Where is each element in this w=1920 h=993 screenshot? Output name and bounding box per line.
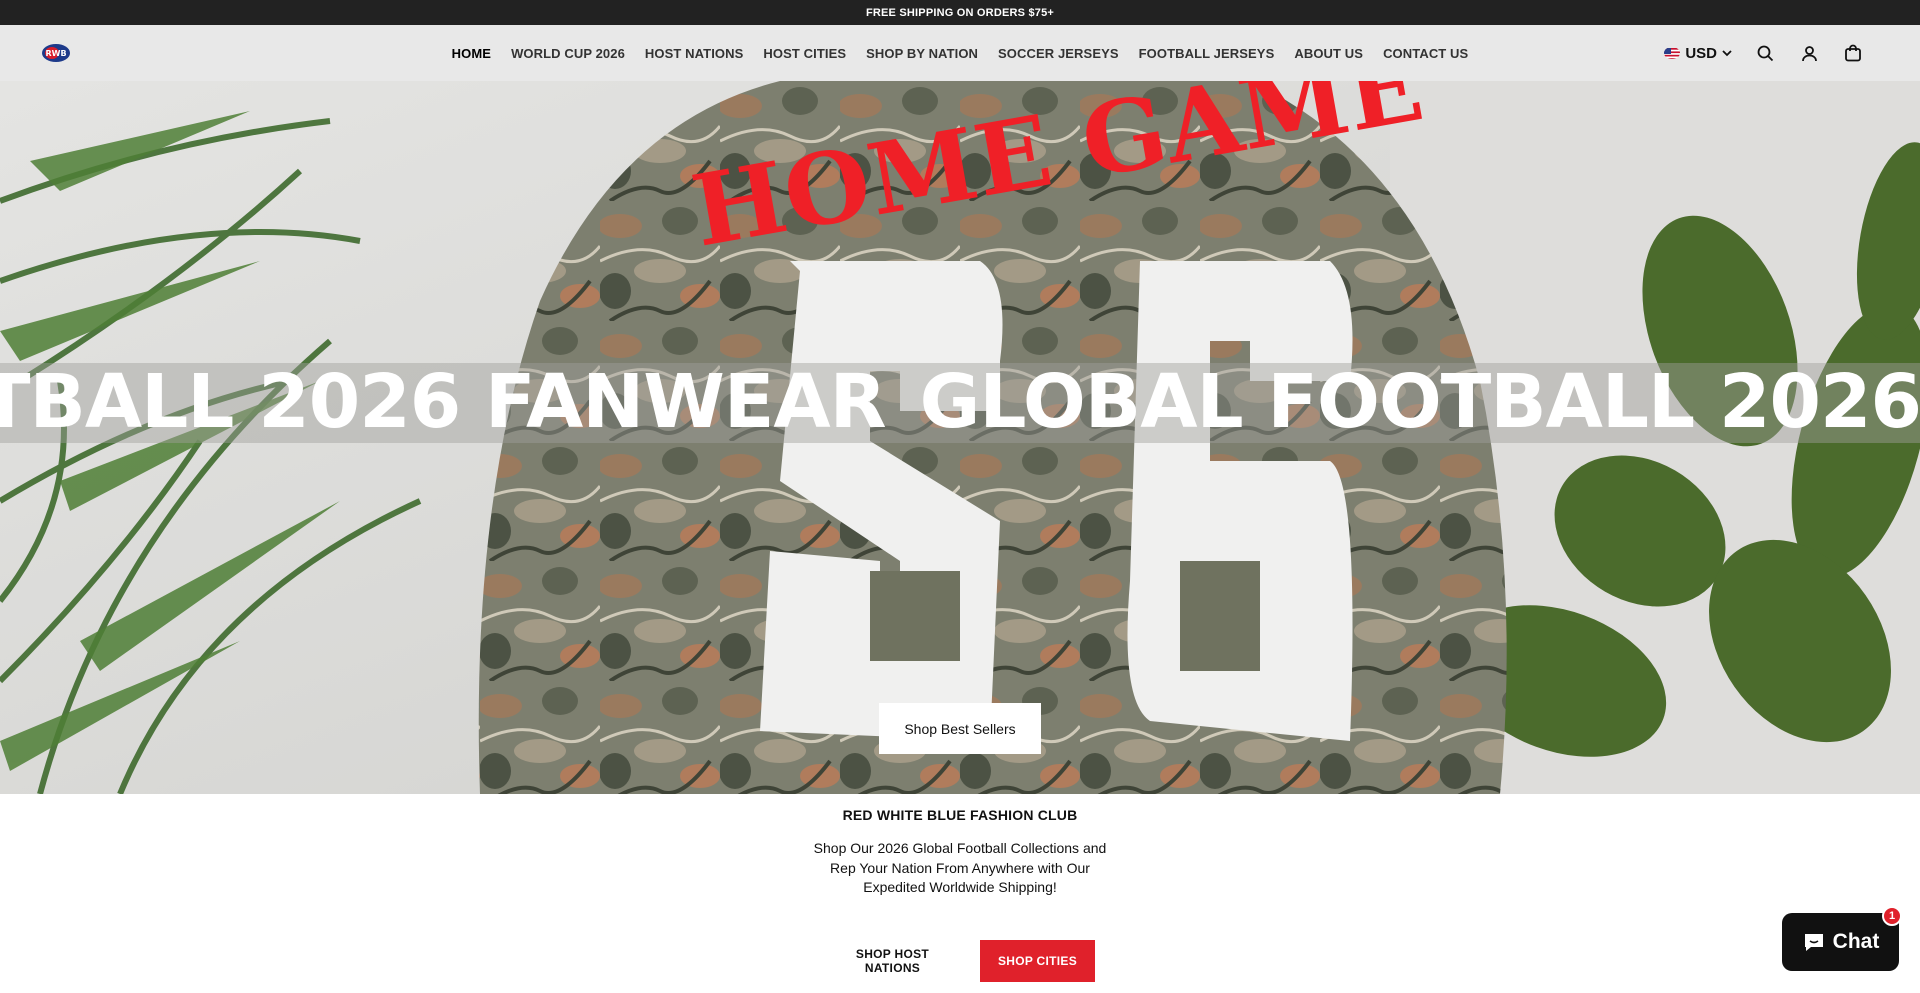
main-nav: HOME WORLD CUP 2026 HOST NATIONS HOST CI… [0, 25, 1920, 81]
nav-item-world-cup-2026[interactable]: WORLD CUP 2026 [511, 46, 625, 61]
nav-item-host-nations[interactable]: HOST NATIONS [645, 46, 743, 61]
chevron-down-icon [1722, 49, 1732, 56]
search-icon [1757, 45, 1773, 61]
account-icon [1801, 45, 1817, 61]
marquee-text: GLOBAL FOOTBALL 2026 FANWEAR [919, 365, 1920, 443]
marquee-text-partial: TBALL 2026 FANWEAR [0, 365, 887, 443]
logo-icon: RWB [42, 44, 70, 62]
nav-item-host-cities[interactable]: HOST CITIES [763, 46, 846, 61]
hero-banner: HOME GAME TBALL 2026 FANWEAR GLOBAL FOOT… [0, 81, 1920, 794]
header-actions: USD [1664, 25, 1864, 81]
nav-item-home[interactable]: HOME [452, 46, 491, 61]
chat-label: Chat [1832, 930, 1880, 953]
nav-item-football-jerseys[interactable]: FOOTBALL JERSEYS [1139, 46, 1275, 61]
chat-unread-badge: 1 [1882, 906, 1902, 926]
hero-marquee: TBALL 2026 FANWEAR GLOBAL FOOTBALL 2026 … [0, 365, 1920, 443]
shop-host-nations-button[interactable]: SHOP HOST NATIONS [825, 940, 960, 982]
chat-bubble-icon [1804, 934, 1823, 951]
announcement-text: FREE SHIPPING ON ORDERS $75+ [865, 6, 1055, 19]
shop-best-sellers-button[interactable]: Shop Best Sellers [879, 703, 1041, 754]
cart-button[interactable] [1842, 42, 1864, 64]
us-flag-icon [1664, 47, 1681, 59]
nav-item-soccer-jerseys[interactable]: SOCCER JERSEYS [998, 46, 1119, 61]
search-button[interactable] [1754, 42, 1776, 64]
currency-selector[interactable]: USD [1664, 45, 1732, 62]
shop-cities-button[interactable]: SHOP CITIES [980, 940, 1095, 982]
cart-icon [1845, 44, 1861, 62]
nav-item-shop-by-nation[interactable]: SHOP BY NATION [866, 46, 978, 61]
intro-body: Shop Our 2026 Global Football Collection… [813, 840, 1107, 895]
intro-heading: RED WHITE BLUE FASHION CLUB [842, 807, 1078, 823]
nav-item-contact-us[interactable]: CONTACT US [1383, 46, 1468, 61]
account-button[interactable] [1798, 42, 1820, 64]
marquee-track: TBALL 2026 FANWEAR GLOBAL FOOTBALL 2026 … [0, 365, 1920, 443]
nav-item-about-us[interactable]: ABOUT US [1294, 46, 1363, 61]
intro-section: RED WHITE BLUE FASHION CLUB Shop Our 202… [0, 794, 1920, 993]
chat-button[interactable]: Chat [1782, 913, 1899, 971]
svg-text:RWB: RWB [45, 49, 66, 58]
announcement-bar: FREE SHIPPING ON ORDERS $75+ [0, 0, 1920, 25]
site-logo[interactable]: RWB [40, 40, 72, 66]
currency-label: USD [1685, 44, 1717, 62]
site-header: RWB HOME WORLD CUP 2026 HOST NATIONS HOS… [0, 25, 1920, 81]
intro-cta-row: SHOP HOST NATIONS SHOP CITIES [0, 940, 1920, 982]
